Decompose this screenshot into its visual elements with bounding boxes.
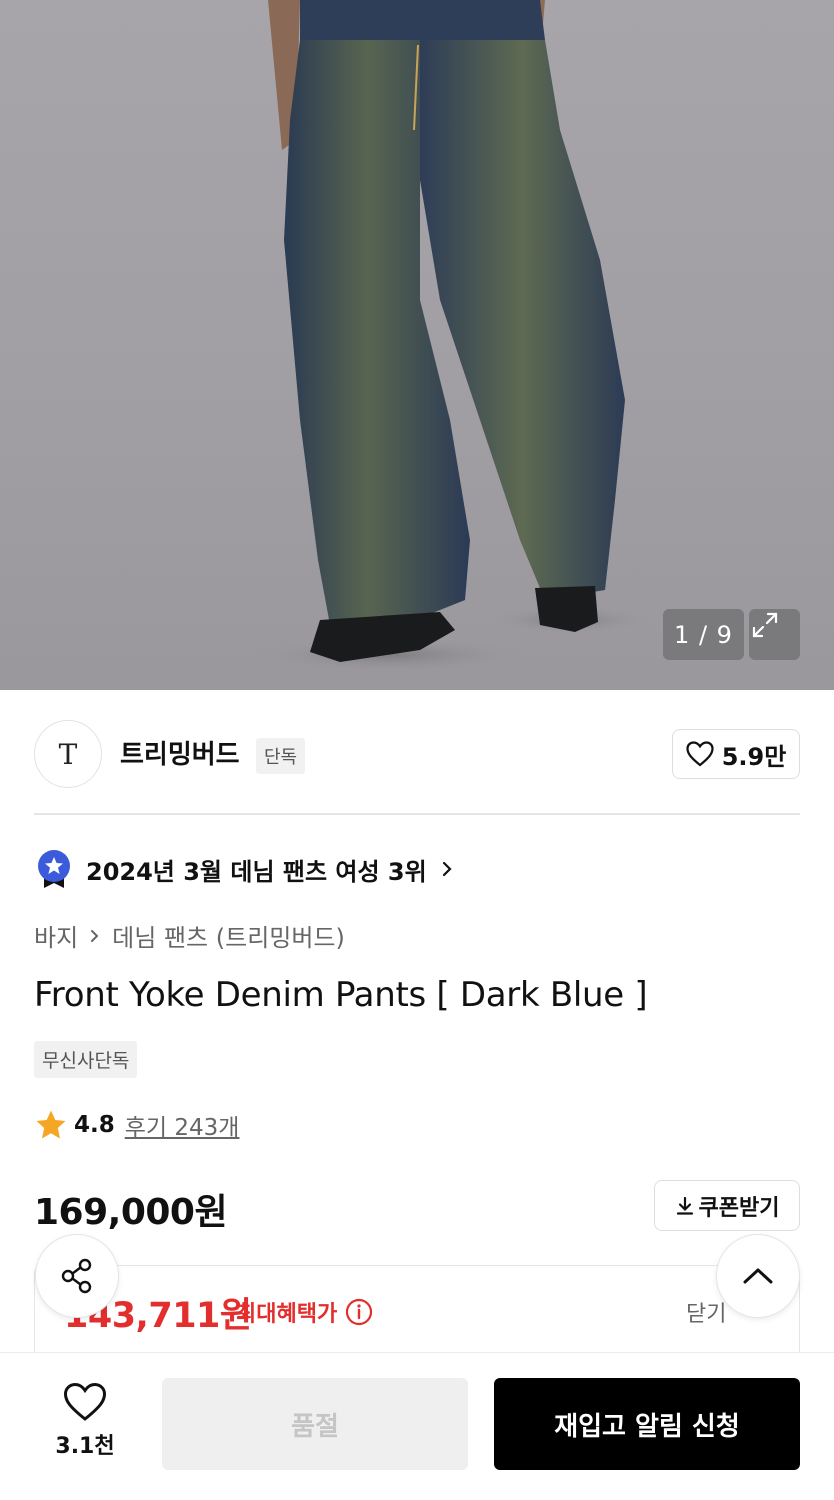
- share-icon: [61, 1258, 92, 1294]
- heart-icon: [63, 1382, 107, 1421]
- wishlist-count: 3.1천: [55, 1434, 115, 1459]
- rank-medal-icon: [38, 850, 70, 888]
- image-counter: 1 / 9: [663, 609, 744, 660]
- ranking-banner[interactable]: 2024년 3월 데님 팬츠 여성 3위: [34, 848, 455, 890]
- max-benefit-label[interactable]: 최대혜택가: [236, 1296, 373, 1328]
- divider: [34, 813, 800, 815]
- soldout-button: 품절: [162, 1378, 468, 1470]
- breadcrumb: 바지 데님 팬츠 (트리밍버드): [34, 918, 345, 953]
- brand-logo-letter: T: [58, 737, 78, 771]
- download-icon: [676, 1196, 693, 1215]
- brand-like-button[interactable]: 5.9만: [672, 729, 800, 779]
- max-benefit-text: 최대혜택가: [236, 1302, 338, 1327]
- rating-score: 4.8: [74, 1112, 115, 1138]
- expand-button[interactable]: [749, 609, 800, 660]
- brand-like-count: 5.9만: [721, 742, 787, 771]
- breadcrumb-category[interactable]: 바지: [34, 918, 78, 953]
- rating-row[interactable]: 4.8 후기 243개: [34, 1108, 239, 1142]
- chevron-right-icon: [442, 861, 452, 877]
- jeans-photo: [250, 0, 650, 673]
- exclusive-badge: 무신사단독: [34, 1041, 138, 1078]
- product-title: Front Yoke Denim Pants [ Dark Blue ]: [34, 975, 648, 1015]
- brand-logo[interactable]: T: [34, 720, 102, 788]
- brand-exclusive-badge: 단독: [256, 738, 306, 774]
- product-image[interactable]: 1 / 9: [0, 0, 834, 690]
- share-button[interactable]: [35, 1234, 119, 1318]
- chevron-right-icon: [91, 929, 99, 942]
- star-icon: [36, 1110, 66, 1139]
- wishlist-button[interactable]: 3.1천: [40, 1382, 130, 1460]
- review-count-link[interactable]: 후기 243개: [125, 1108, 240, 1142]
- breadcrumb-subcategory[interactable]: 데님 팬츠 (트리밍버드): [112, 918, 345, 953]
- product-price: 169,000원: [34, 1192, 228, 1233]
- ranking-text: 2024년 3월 데님 팬츠 여성 3위: [86, 857, 427, 886]
- chevron-up-icon: [743, 1268, 773, 1284]
- coupon-button[interactable]: 쿠폰받기: [654, 1180, 800, 1231]
- brand-name[interactable]: 트리밍버드: [120, 734, 240, 771]
- expand-icon: [752, 612, 778, 638]
- heart-icon: [686, 741, 714, 767]
- restock-alert-button[interactable]: 재입고 알림 신청: [494, 1378, 800, 1470]
- coupon-label: 쿠폰받기: [698, 1195, 780, 1221]
- scroll-top-button[interactable]: [716, 1234, 800, 1318]
- info-icon: [346, 1298, 373, 1326]
- close-benefit-link[interactable]: 닫기: [686, 1296, 726, 1328]
